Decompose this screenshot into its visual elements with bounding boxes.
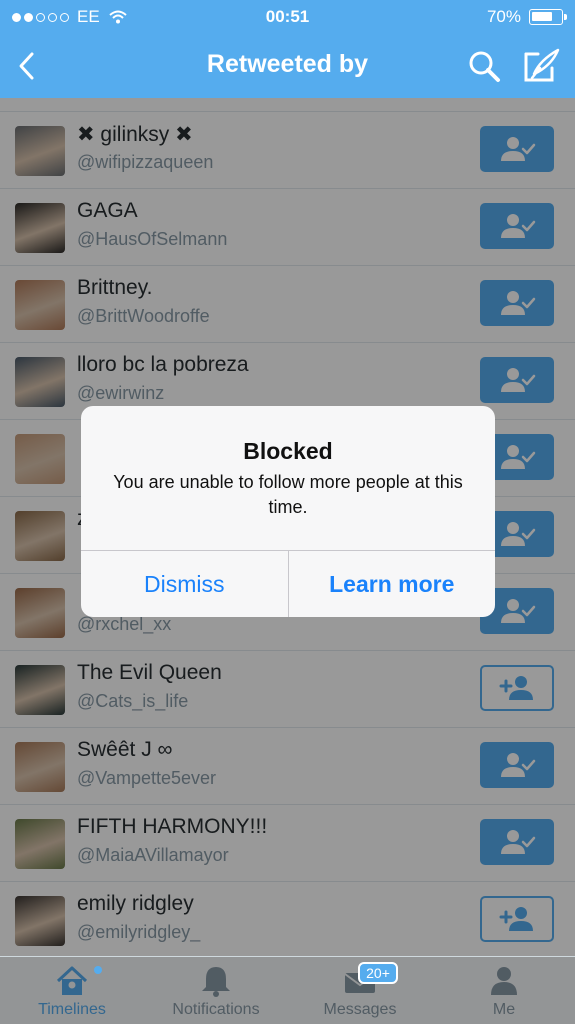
status-bar: EE 00:51 70% bbox=[0, 0, 575, 34]
search-icon[interactable] bbox=[466, 48, 502, 84]
messages-badge: 20+ bbox=[358, 962, 398, 984]
new-tweets-dot bbox=[94, 966, 102, 974]
navigation-bar: Retweeted by bbox=[0, 34, 575, 98]
tab-bar-dim bbox=[0, 957, 575, 1024]
tab-bar: Timelines Notifications Messages Me bbox=[0, 956, 575, 1024]
alert-message: You are unable to follow more people at … bbox=[113, 472, 463, 517]
dismiss-button[interactable]: Dismiss bbox=[81, 551, 288, 617]
compose-tweet-icon[interactable] bbox=[522, 46, 562, 84]
alert-buttons: Dismiss Learn more bbox=[81, 550, 495, 617]
learn-more-button[interactable]: Learn more bbox=[287, 551, 496, 617]
battery-icon bbox=[529, 9, 567, 25]
blocked-alert: Blocked You are unable to follow more pe… bbox=[81, 406, 495, 617]
alert-title: Blocked bbox=[243, 438, 333, 464]
top-bar: EE 00:51 70% Retweeted by bbox=[0, 0, 575, 98]
battery-percent: 70% bbox=[486, 7, 521, 26]
